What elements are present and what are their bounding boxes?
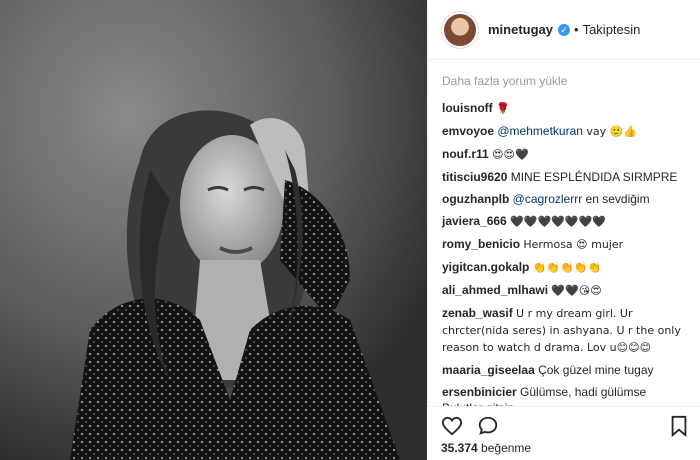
comment-username[interactable]: emvoyoe	[442, 124, 494, 138]
comment-text: 🌹	[496, 102, 510, 115]
comment-username[interactable]: oguzhanplb	[442, 192, 509, 206]
comment-username[interactable]: yigitcan.gokalp	[442, 260, 529, 274]
comment-username[interactable]: louisnoff	[442, 101, 493, 115]
post-photo[interactable]	[0, 0, 427, 460]
comment-item: ali_ahmed_mlhawi 🖤🖤😘😍	[442, 282, 700, 299]
comments-list: Daha fazla yorum yükle louisnoff 🌹 emvoy…	[428, 60, 700, 416]
likes-label: beğenme	[481, 441, 532, 455]
post-actions-bar: 35.374 beğenme	[427, 406, 700, 460]
comment-username[interactable]: nouf.r11	[442, 147, 489, 161]
separator-dot: •	[574, 22, 579, 37]
comment-item: oguzhanplb @cagrozlerrr en sevdiğim	[442, 191, 700, 207]
comment-username[interactable]: ali_ahmed_mlhawi	[442, 283, 548, 297]
comment-icon[interactable]	[477, 415, 499, 437]
post-side-panel: minetugay ✓ • Takiptesin Daha fazla yoru…	[427, 0, 700, 460]
comment-item: javiera_666 🖤🖤🖤🖤🖤🖤🖤	[442, 213, 700, 230]
comment-item: emvoyoe @mehmetkuran vay 🙂👍	[442, 123, 700, 140]
follow-status-button[interactable]: Takiptesin	[583, 22, 641, 37]
comment-username[interactable]: javiera_666	[442, 214, 507, 228]
comment-item: zenab_wasif U r my dream girl. Ur chrcte…	[442, 305, 700, 356]
avatar[interactable]	[442, 11, 478, 48]
comment-username[interactable]: titisciu9620	[442, 170, 507, 184]
comment-text: en sevdiğim	[582, 192, 650, 206]
comment-item: titisciu9620 MINE ESPLÉNDIDA SIRMPRE	[442, 169, 700, 185]
comment-username[interactable]: maaria_giseelaa	[442, 363, 535, 377]
comment-text: 🖤🖤😘😍	[551, 284, 602, 297]
comment-item: nouf.r11 😍😍🖤	[442, 146, 700, 163]
comment-mention[interactable]: @cagrozlerrr	[513, 192, 583, 206]
likes-count[interactable]: 35.374 beğenme	[441, 441, 688, 455]
comment-item: romy_benicio Hermosa 😍 mujer	[442, 236, 700, 253]
photo-illustration	[0, 0, 427, 460]
comment-mention[interactable]: @mehmetkuran	[497, 124, 583, 138]
comment-username[interactable]: romy_benicio	[442, 237, 520, 251]
comment-text: vay 🙂👍	[582, 125, 638, 138]
likes-number: 35.374	[441, 441, 478, 455]
bookmark-icon[interactable]	[670, 415, 688, 437]
comment-username[interactable]: zenab_wasif	[442, 306, 513, 320]
comment-text: MINE ESPLÉNDIDA SIRMPRE	[510, 170, 678, 184]
comment-text: Çok güzel mine tugay	[538, 363, 654, 377]
comment-text: 👏👏👏👏👏	[532, 261, 602, 274]
comment-item: louisnoff 🌹	[442, 100, 700, 117]
verified-badge-icon: ✓	[558, 23, 571, 36]
comment-text: Hermosa 😍 mujer	[523, 238, 624, 251]
load-more-comments-link[interactable]: Daha fazla yorum yükle	[442, 74, 700, 88]
comment-text: 😍😍🖤	[492, 148, 529, 161]
comment-username[interactable]: ersenbinicier	[442, 385, 517, 399]
heart-icon[interactable]	[441, 416, 463, 436]
username-link[interactable]: minetugay	[488, 22, 553, 37]
post-header: minetugay ✓ • Takiptesin	[428, 0, 700, 60]
comment-item: maaria_giseelaa Çok güzel mine tugay	[442, 362, 700, 378]
comment-text: 🖤🖤🖤🖤🖤🖤🖤	[510, 215, 606, 228]
comment-item: yigitcan.gokalp 👏👏👏👏👏	[442, 259, 700, 276]
